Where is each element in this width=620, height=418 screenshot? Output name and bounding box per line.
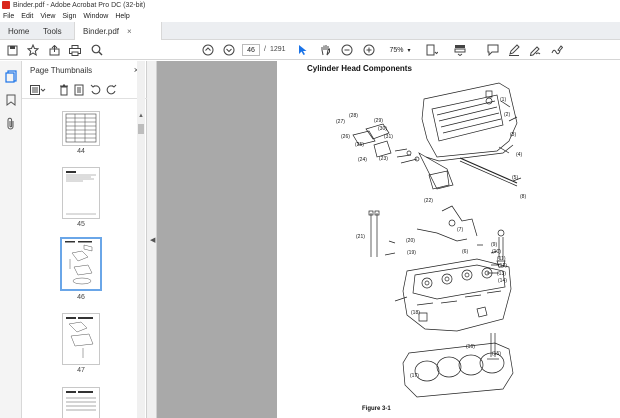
page-display-icon[interactable] [425, 43, 439, 57]
navigation-rail [0, 61, 22, 418]
page-thumbnails-icon[interactable] [4, 69, 18, 83]
total-pages: 1291 [270, 46, 286, 53]
scroll-up-arrow-icon[interactable]: ▲ [138, 113, 144, 119]
print-icon[interactable] [68, 43, 82, 57]
figure-caption: Figure 3-1 [362, 406, 391, 412]
sign-icon[interactable] [550, 43, 564, 57]
main-toolbar: 46 / 1291 75% ▾ [0, 40, 620, 60]
menu-sign[interactable]: Sign [62, 13, 76, 20]
menu-edit[interactable]: Edit [21, 13, 33, 20]
options-menu-icon[interactable] [30, 85, 46, 95]
page-separator: / [264, 46, 266, 53]
head-gasket-shape [402, 342, 514, 398]
bookmarks-icon[interactable] [4, 93, 18, 107]
tab-bar: Home Tools Binder.pdf × [0, 22, 620, 40]
zoom-out-icon[interactable] [340, 43, 354, 57]
page-thumbnail-46[interactable] [60, 237, 102, 291]
previous-page-icon[interactable] [201, 43, 215, 57]
save-icon[interactable] [5, 43, 19, 57]
tab-document[interactable]: Binder.pdf × [74, 22, 162, 40]
page-thumbnail-47[interactable] [62, 313, 100, 365]
scroll-mode-icon[interactable] [453, 43, 467, 57]
menu-window[interactable]: Window [83, 13, 108, 20]
highlight-pen-icon[interactable] [507, 43, 521, 57]
bookmark-star-icon[interactable] [26, 43, 40, 57]
menu-file[interactable]: File [3, 13, 14, 20]
comment-icon[interactable] [486, 43, 500, 57]
select-cursor-icon[interactable] [296, 43, 310, 57]
page-thumbnail-48[interactable] [62, 387, 100, 418]
thumbnail-scrollbar[interactable]: ▲ [137, 61, 145, 418]
cylinder-head-exploded-diagram [352, 82, 522, 398]
attachments-icon[interactable] [4, 116, 18, 130]
draw-icon[interactable] [528, 43, 542, 57]
zoom-level-value: 75% [389, 46, 404, 54]
hand-tool-icon[interactable] [318, 43, 332, 57]
menu-help[interactable]: Help [115, 13, 129, 20]
tab-close-icon[interactable]: × [127, 27, 132, 36]
menu-bar: File Edit View Sign Window Help [0, 10, 620, 22]
tab-tools[interactable]: Tools [36, 22, 74, 40]
collapse-panel-arrow-icon[interactable]: ◀ [150, 236, 155, 244]
page-number-input[interactable]: 46 [242, 44, 260, 56]
thumbnail-label-44: 44 [77, 148, 85, 155]
acrobat-app-icon [2, 1, 10, 9]
menu-view[interactable]: View [40, 13, 55, 20]
page-thumbnail-45[interactable] [62, 167, 100, 219]
panel-title: Page Thumbnails [30, 65, 93, 75]
next-page-icon[interactable] [222, 43, 236, 57]
thumbnail-label-46: 46 [77, 294, 85, 301]
title-bar: Binder.pdf - Adobe Acrobat Pro DC (32-bi… [0, 0, 620, 10]
chevron-down-icon: ▾ [407, 47, 411, 54]
page-thumbnail-44[interactable] [62, 111, 100, 146]
search-icon[interactable] [90, 43, 104, 57]
upload-icon[interactable] [47, 43, 61, 57]
thumbnails-panel: Page Thumbnails × 44 [22, 61, 147, 418]
zoom-in-icon[interactable] [362, 43, 376, 57]
window-title: Binder.pdf - Adobe Acrobat Pro DC (32-bi… [13, 1, 146, 9]
rotate-left-icon[interactable] [90, 84, 101, 97]
page-heading: Cylinder Head Components [307, 64, 412, 73]
tab-document-label: Binder.pdf [83, 26, 120, 36]
thumbnail-label-45: 45 [77, 221, 85, 228]
scrollbar-thumb[interactable] [138, 124, 144, 134]
tab-home[interactable]: Home [0, 22, 36, 40]
thumbnail-label-47: 47 [77, 367, 85, 374]
zoom-level-select[interactable]: 75% ▾ [385, 44, 415, 56]
rotate-right-icon[interactable] [106, 84, 117, 97]
insert-page-icon[interactable] [74, 84, 84, 98]
thumbnail-tools [22, 81, 147, 99]
delete-page-icon[interactable] [59, 84, 69, 98]
